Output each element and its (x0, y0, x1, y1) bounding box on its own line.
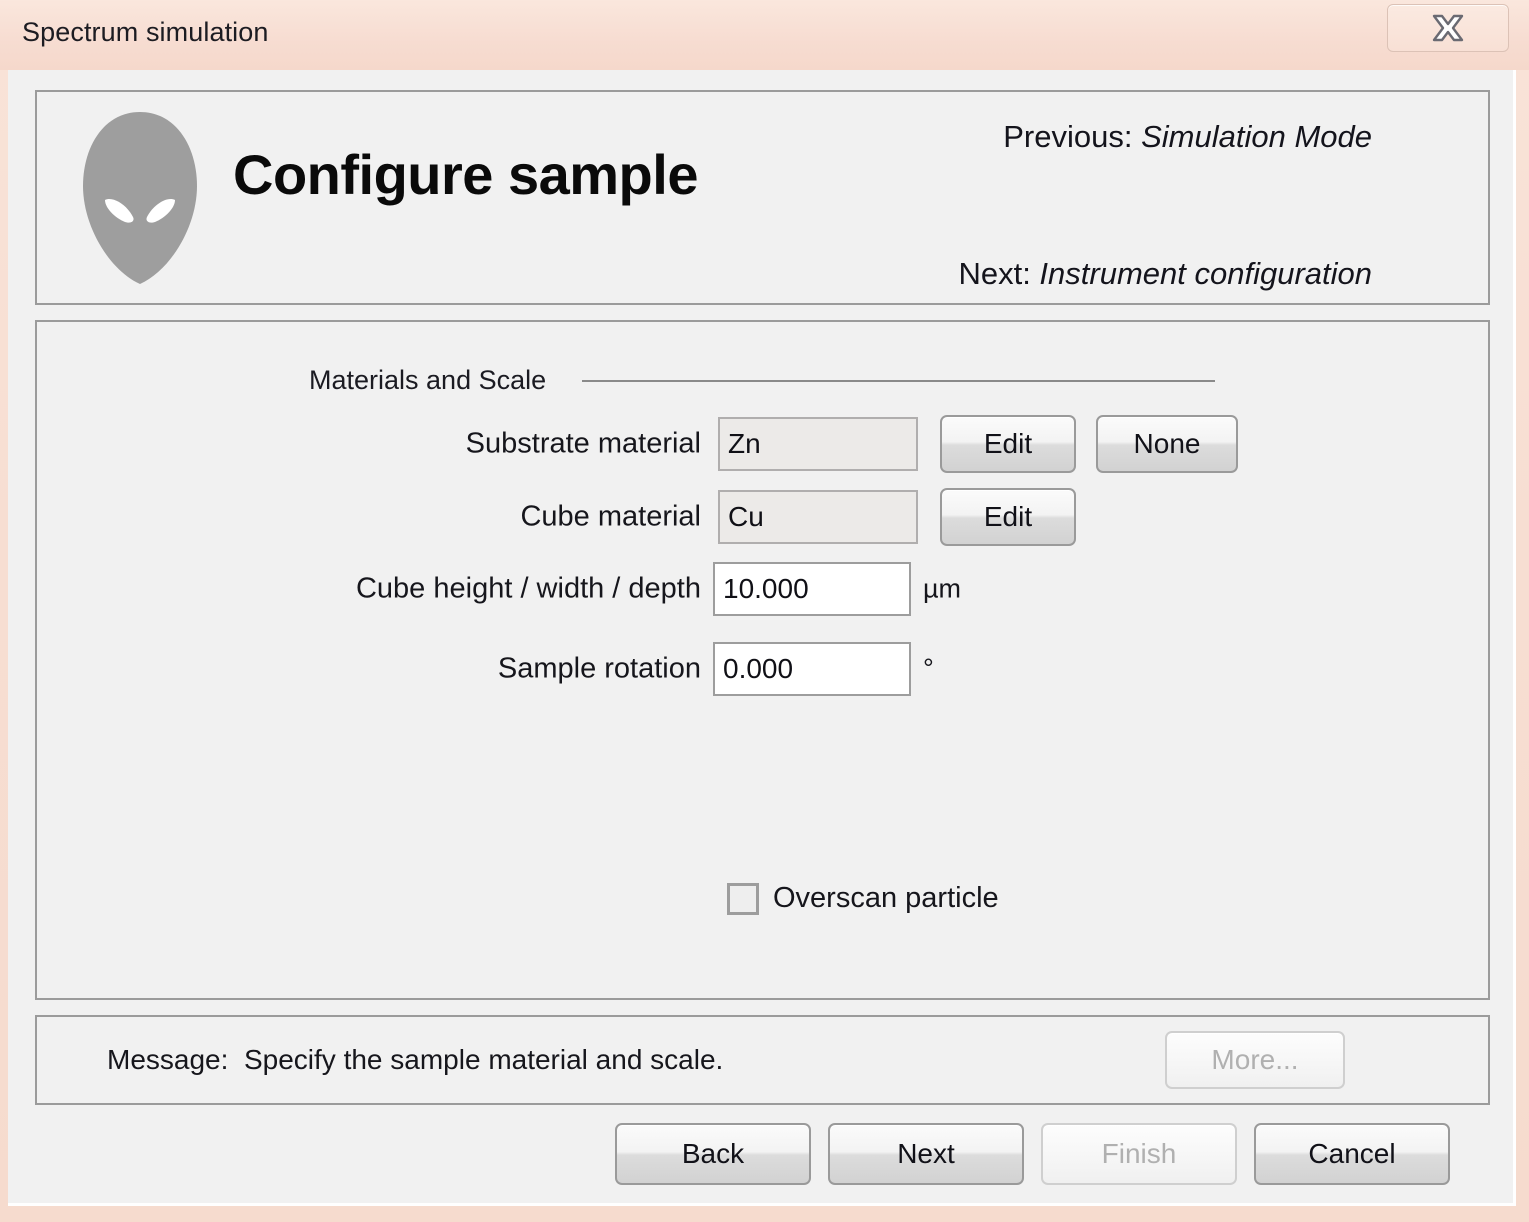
back-button[interactable]: Back (615, 1123, 811, 1185)
close-button[interactable] (1387, 4, 1509, 52)
group-box-label: Materials and Scale (309, 365, 547, 395)
more-button[interactable]: More... (1165, 1031, 1345, 1089)
cube-size-input[interactable]: 10.000 (713, 562, 911, 616)
previous-step-name: Simulation Mode (1141, 119, 1372, 154)
group-box-separator (582, 380, 1215, 382)
finish-button: Finish (1041, 1123, 1237, 1185)
cube-material-field[interactable]: Cu (718, 490, 918, 544)
cube-size-label: Cube height / width / depth (355, 572, 701, 605)
message-body: Specify the sample material and scale. (243, 1044, 724, 1075)
overscan-particle-checkbox[interactable] (727, 882, 759, 915)
cube-edit-button[interactable]: Edit (940, 488, 1076, 546)
previous-prefix: Previous: (1003, 119, 1142, 154)
dialog-client-area: Configure sample Previous: Simulation Mo… (8, 70, 1516, 1206)
alien-head-icon (75, 108, 205, 288)
cube-material-label: Cube material (520, 500, 701, 533)
overscan-particle-label: Overscan particle (773, 882, 999, 914)
cube-size-unit: µm (923, 573, 962, 604)
form-row-cube-material: Cube material Cu Edit (37, 488, 1488, 546)
substrate-material-label: Substrate material (465, 427, 701, 460)
wizard-header-panel: Configure sample Previous: Simulation Mo… (35, 90, 1490, 305)
dialog-window: Spectrum simulation Configure sample Pre (0, 0, 1529, 1222)
substrate-edit-button[interactable]: Edit (940, 415, 1076, 473)
overscan-particle-checkbox-row[interactable]: Overscan particle (727, 882, 999, 915)
substrate-none-button[interactable]: None (1096, 415, 1238, 473)
form-row-sample-rotation: Sample rotation 0.000 ° (37, 642, 1488, 696)
title-bar: Spectrum simulation (0, 0, 1529, 70)
substrate-material-field[interactable]: Zn (718, 417, 918, 471)
message-text: Message: Specify the sample material and… (107, 1044, 723, 1076)
next-step-name: Instrument configuration (1039, 256, 1372, 291)
page-title: Configure sample (233, 143, 698, 206)
sample-rotation-input[interactable]: 0.000 (713, 642, 911, 696)
message-panel: Message: Specify the sample material and… (35, 1015, 1490, 1105)
footer-button-bar: Back Next Finish Cancel (35, 1115, 1490, 1195)
previous-step-label: Previous: Simulation Mode (1003, 119, 1372, 155)
wizard-content-panel: Materials and Scale Substrate material Z… (35, 320, 1490, 1000)
next-step-label: Next: Instrument configuration (958, 256, 1372, 292)
window-title: Spectrum simulation (22, 17, 269, 47)
sample-rotation-label: Sample rotation (497, 652, 701, 685)
form-row-cube-size: Cube height / width / depth 10.000 µm (37, 562, 1488, 616)
message-prefix: Message: (107, 1044, 229, 1075)
close-x-icon (1428, 12, 1468, 44)
next-prefix: Next: (958, 256, 1040, 291)
next-button[interactable]: Next (828, 1123, 1024, 1185)
cancel-button[interactable]: Cancel (1254, 1123, 1450, 1185)
sample-rotation-unit: ° (923, 653, 934, 684)
form-row-substrate-material: Substrate material Zn Edit None (37, 415, 1488, 473)
